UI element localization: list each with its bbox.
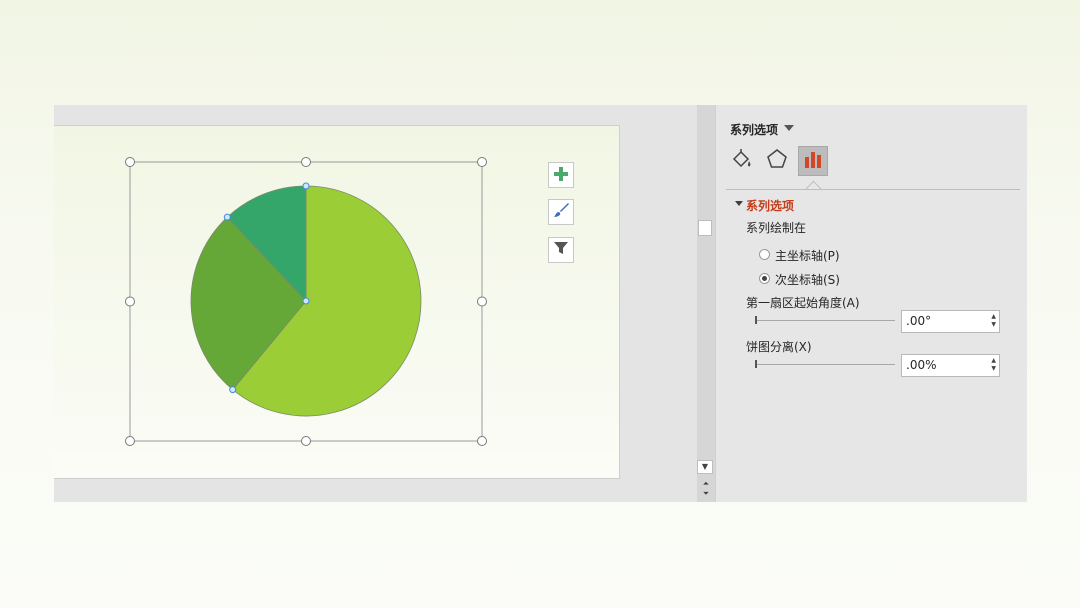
pentagon-icon [766, 148, 788, 174]
collapse-triangle-icon[interactable] [735, 201, 743, 206]
chart-styles-button[interactable] [548, 199, 574, 225]
chevron-down-icon[interactable] [784, 125, 794, 131]
powerpoint-window: ▼ ⏶ ⏷ 系列选项 系列选项 系列绘制在 主坐标轴(P) 次坐标轴(S) 第一… [54, 105, 1027, 502]
chevron-down-icon: ▼ [701, 462, 709, 471]
slice-selection-handle[interactable] [302, 182, 310, 190]
bar-chart-icon [802, 148, 824, 174]
chart-elements-button[interactable] [548, 162, 574, 188]
resize-handle[interactable] [301, 157, 311, 167]
tab-fill-line[interactable] [727, 146, 757, 176]
pie-explosion-spinner[interactable]: ▲▼ [901, 354, 1000, 377]
first-slice-angle-spinner[interactable]: ▲▼ [901, 310, 1000, 333]
resize-handle[interactable] [125, 157, 135, 167]
paint-bucket-icon [731, 148, 753, 174]
resize-handle[interactable] [477, 157, 487, 167]
pie-explosion-label: 饼图分离(X) [746, 340, 812, 354]
resize-handle[interactable] [125, 296, 135, 307]
slice-selection-handle[interactable] [223, 213, 231, 221]
filter-icon [553, 240, 569, 260]
secondary-axis-radio[interactable] [759, 273, 770, 284]
first-slice-angle-label: 第一扇区起始角度(A) [746, 296, 860, 310]
slice-selection-handle[interactable] [229, 386, 237, 394]
format-data-series-pane: 系列选项 系列选项 系列绘制在 主坐标轴(P) 次坐标轴(S) 第一扇区起始角度… [715, 105, 1027, 502]
pane-title[interactable]: 系列选项 [730, 121, 778, 138]
slide-navigation[interactable]: ⏶ ⏷ [697, 479, 715, 499]
chart-area[interactable] [54, 105, 697, 502]
pie-explosion-slider[interactable] [755, 364, 895, 365]
next-slide-icon[interactable]: ⏷ [697, 489, 715, 499]
slide-editing-area [54, 105, 697, 502]
vertical-scrollbar[interactable] [697, 105, 715, 502]
plus-icon [554, 166, 568, 185]
section-heading-series-options[interactable]: 系列选项 [746, 197, 794, 214]
spin-arrows-icon[interactable]: ▲ ▼ [991, 357, 996, 373]
first-slice-angle-slider-thumb[interactable] [755, 316, 757, 324]
first-slice-angle-input[interactable] [906, 314, 986, 328]
pie-explosion-input[interactable] [906, 358, 986, 372]
plot-series-on-label: 系列绘制在 [746, 221, 807, 235]
primary-axis-radio[interactable] [759, 249, 770, 260]
tab-series-options[interactable] [798, 146, 828, 176]
resize-handle[interactable] [477, 436, 487, 446]
brush-icon [553, 202, 569, 222]
pie-explosion-slider-thumb[interactable] [755, 360, 757, 368]
tab-effects[interactable] [762, 146, 792, 176]
slice-selection-handle[interactable] [302, 297, 310, 305]
pie-chart[interactable] [190, 182, 422, 417]
scroll-down-button[interactable]: ▼ [697, 460, 713, 474]
spin-arrows-icon[interactable]: ▲ ▼ [991, 313, 996, 329]
first-slice-angle-slider[interactable] [755, 320, 895, 321]
resize-handle[interactable] [301, 436, 311, 446]
secondary-axis-label[interactable]: 次坐标轴(S) [775, 271, 840, 288]
pane-divider [726, 189, 1020, 190]
previous-slide-icon[interactable]: ⏶ [697, 479, 715, 489]
resize-handle[interactable] [477, 296, 487, 307]
primary-axis-label[interactable]: 主坐标轴(P) [775, 247, 840, 264]
scrollbar-thumb[interactable] [698, 220, 712, 236]
chart-filters-button[interactable] [548, 237, 574, 263]
resize-handle[interactable] [125, 436, 135, 446]
